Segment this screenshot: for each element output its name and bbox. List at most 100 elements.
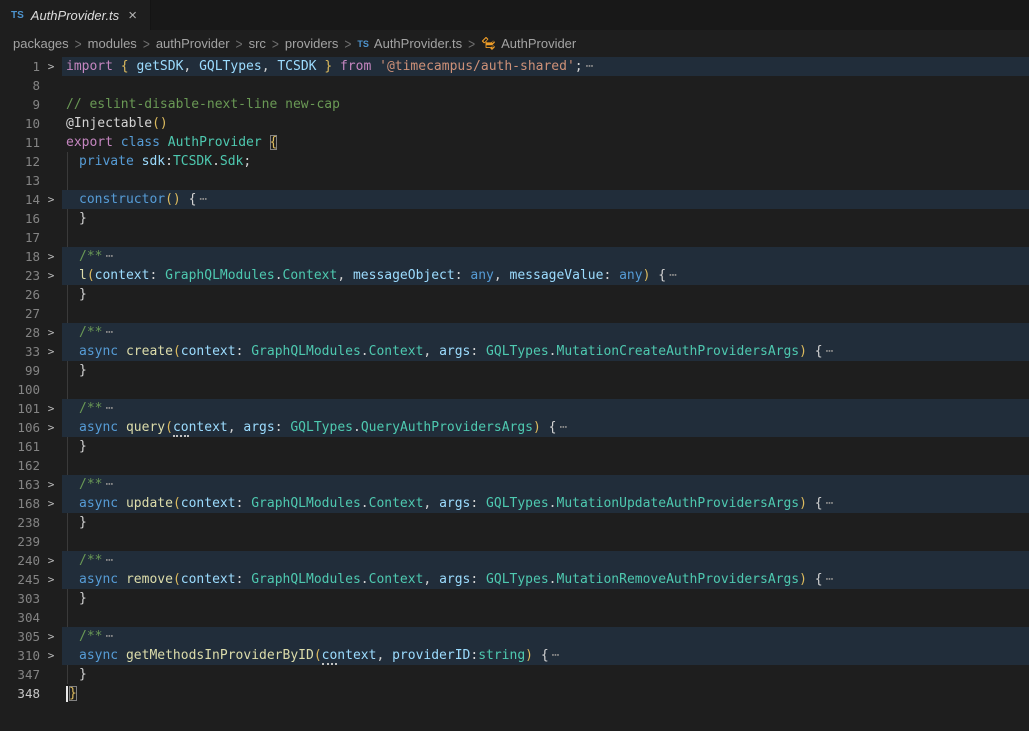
line-content[interactable] xyxy=(62,456,1029,475)
code-line[interactable]: 13 xyxy=(0,171,1029,190)
line-content[interactable]: } xyxy=(62,437,1029,456)
line-content[interactable]: async update(context: GraphQLModules.Con… xyxy=(62,494,1029,513)
fold-chevron-icon[interactable]: > xyxy=(40,399,62,418)
code-line[interactable]: 9 // eslint-disable-next-line new-cap xyxy=(0,95,1029,114)
code-line[interactable]: 161} xyxy=(0,437,1029,456)
line-content[interactable]: async getMethodsInProviderByID(context, … xyxy=(62,646,1029,665)
fold-chevron-icon[interactable]: > xyxy=(40,646,62,665)
line-number[interactable]: 14 xyxy=(0,190,40,209)
breadcrumb-item-authprovider-ts[interactable]: TSAuthProvider.ts xyxy=(357,36,462,51)
line-content[interactable]: /**⋯ xyxy=(62,627,1029,646)
line-number[interactable]: 106 xyxy=(0,418,40,437)
line-number[interactable]: 1 xyxy=(0,57,40,76)
code-line[interactable]: 1>import { getSDK, GQLTypes, TCSDK } fro… xyxy=(0,57,1029,76)
line-content[interactable]: /**⋯ xyxy=(62,551,1029,570)
line-content[interactable]: /**⋯ xyxy=(62,323,1029,342)
fold-chevron-icon[interactable]: > xyxy=(40,323,62,342)
line-number[interactable]: 16 xyxy=(0,209,40,228)
line-content[interactable] xyxy=(62,228,1029,247)
code-line[interactable]: 12 private sdk:TCSDK.Sdk; xyxy=(0,152,1029,171)
line-number[interactable]: 9 xyxy=(0,95,40,114)
line-number[interactable]: 101 xyxy=(0,399,40,418)
line-content[interactable]: constructor() {⋯ xyxy=(62,190,1029,209)
line-content[interactable]: /**⋯ xyxy=(62,247,1029,266)
folded-code-ellipsis[interactable]: ⋯ xyxy=(105,553,113,568)
fold-chevron-icon[interactable]: > xyxy=(40,190,62,209)
line-content[interactable]: } xyxy=(62,361,1029,380)
code-line[interactable]: 28>/**⋯ xyxy=(0,323,1029,342)
code-line[interactable]: 106>async query(context, args: GQLTypes.… xyxy=(0,418,1029,437)
line-number[interactable]: 11 xyxy=(0,133,40,152)
fold-chevron-icon[interactable]: > xyxy=(40,570,62,589)
line-number[interactable]: 99 xyxy=(0,361,40,380)
line-number[interactable]: 26 xyxy=(0,285,40,304)
breadcrumb-item-authprovider[interactable]: AuthProvider xyxy=(481,36,576,51)
line-content[interactable]: /**⋯ xyxy=(62,475,1029,494)
fold-chevron-icon[interactable]: > xyxy=(40,627,62,646)
line-number[interactable]: 33 xyxy=(0,342,40,361)
line-content[interactable] xyxy=(62,380,1029,399)
line-content[interactable]: // eslint-disable-next-line new-cap xyxy=(62,95,1029,114)
line-number[interactable]: 18 xyxy=(0,247,40,266)
line-number[interactable]: 12 xyxy=(0,152,40,171)
folded-code-ellipsis[interactable]: ⋯ xyxy=(826,496,834,511)
line-content[interactable]: private sdk:TCSDK.Sdk; xyxy=(62,152,1029,171)
line-number[interactable]: 168 xyxy=(0,494,40,513)
code-line[interactable]: 100 xyxy=(0,380,1029,399)
folded-code-ellipsis[interactable]: ⋯ xyxy=(199,192,207,207)
line-content[interactable]: async remove(context: GraphQLModules.Con… xyxy=(62,570,1029,589)
code-line[interactable]: 304 xyxy=(0,608,1029,627)
code-editor[interactable]: 1>import { getSDK, GQLTypes, TCSDK } fro… xyxy=(0,57,1029,731)
folded-code-ellipsis[interactable]: ⋯ xyxy=(105,477,113,492)
fold-chevron-icon[interactable]: > xyxy=(40,342,62,361)
code-line[interactable]: 99} xyxy=(0,361,1029,380)
folded-code-ellipsis[interactable]: ⋯ xyxy=(826,344,834,359)
line-number[interactable]: 305 xyxy=(0,627,40,646)
line-content[interactable] xyxy=(62,76,1029,95)
breadcrumb-item-modules[interactable]: modules xyxy=(88,36,137,51)
line-number[interactable]: 348 xyxy=(0,684,40,703)
folded-code-ellipsis[interactable]: ⋯ xyxy=(105,629,113,644)
folded-code-ellipsis[interactable]: ⋯ xyxy=(826,572,834,587)
fold-chevron-icon[interactable]: > xyxy=(40,247,62,266)
code-line[interactable]: 17 xyxy=(0,228,1029,247)
breadcrumb-item-authprovider[interactable]: authProvider xyxy=(156,36,230,51)
line-number[interactable]: 23 xyxy=(0,266,40,285)
code-line[interactable]: 238} xyxy=(0,513,1029,532)
line-number[interactable]: 13 xyxy=(0,171,40,190)
line-number[interactable]: 100 xyxy=(0,380,40,399)
line-number[interactable]: 303 xyxy=(0,589,40,608)
line-number[interactable]: 163 xyxy=(0,475,40,494)
line-number[interactable]: 10 xyxy=(0,114,40,133)
code-line[interactable]: 348} xyxy=(0,684,1029,703)
code-line[interactable]: 33>async create(context: GraphQLModules.… xyxy=(0,342,1029,361)
code-line[interactable]: 239 xyxy=(0,532,1029,551)
code-line[interactable]: 303} xyxy=(0,589,1029,608)
line-content[interactable]: l(context: GraphQLModules.Context, messa… xyxy=(62,266,1029,285)
code-line[interactable]: 27 xyxy=(0,304,1029,323)
folded-code-ellipsis[interactable]: ⋯ xyxy=(559,420,567,435)
code-line[interactable]: 305>/**⋯ xyxy=(0,627,1029,646)
line-number[interactable]: 8 xyxy=(0,76,40,95)
line-content[interactable]: async create(context: GraphQLModules.Con… xyxy=(62,342,1029,361)
fold-chevron-icon[interactable]: > xyxy=(40,57,62,76)
folded-code-ellipsis[interactable]: ⋯ xyxy=(105,249,113,264)
folded-code-ellipsis[interactable]: ⋯ xyxy=(552,648,560,663)
line-content[interactable] xyxy=(62,608,1029,627)
line-number[interactable]: 310 xyxy=(0,646,40,665)
breadcrumb-item-packages[interactable]: packages xyxy=(13,36,69,51)
fold-chevron-icon[interactable]: > xyxy=(40,266,62,285)
line-content[interactable] xyxy=(62,532,1029,551)
folded-code-ellipsis[interactable]: ⋯ xyxy=(669,268,677,283)
code-line[interactable]: 11export class AuthProvider { xyxy=(0,133,1029,152)
code-line[interactable]: 8 xyxy=(0,76,1029,95)
code-line[interactable]: 163>/**⋯ xyxy=(0,475,1029,494)
line-content[interactable]: } xyxy=(62,513,1029,532)
code-line[interactable]: 245>async remove(context: GraphQLModules… xyxy=(0,570,1029,589)
line-number[interactable]: 240 xyxy=(0,551,40,570)
line-number[interactable]: 239 xyxy=(0,532,40,551)
code-line[interactable]: 162 xyxy=(0,456,1029,475)
code-line[interactable]: 168>async update(context: GraphQLModules… xyxy=(0,494,1029,513)
line-content[interactable]: /**⋯ xyxy=(62,399,1029,418)
breadcrumb-item-src[interactable]: src xyxy=(249,36,266,51)
